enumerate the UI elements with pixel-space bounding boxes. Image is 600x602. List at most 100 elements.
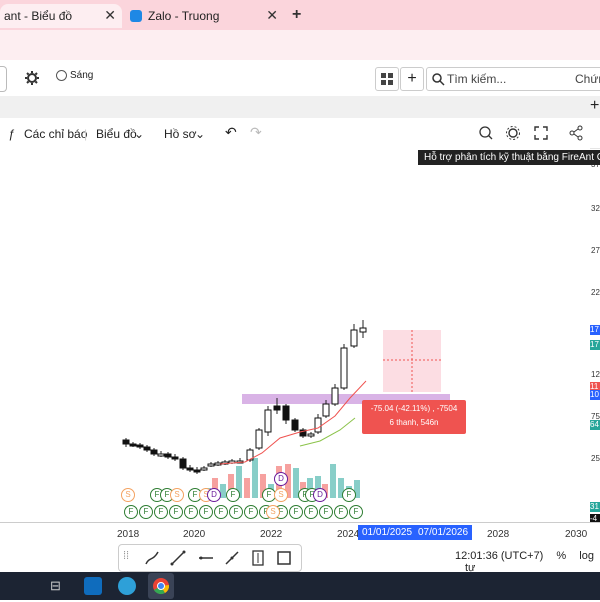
- profile-button[interactable]: Hồ sơ: [164, 127, 197, 141]
- ray-icon[interactable]: [223, 549, 241, 567]
- volume-bar: [244, 478, 250, 498]
- percent-toggle[interactable]: %: [556, 550, 566, 562]
- search-input[interactable]: Tìm kiếm... Chứng: [426, 67, 600, 91]
- event-marker[interactable]: F: [342, 488, 356, 502]
- price-chart[interactable]: -75.04 (-42.11%) , -7504 6 thanh, 546n S…: [0, 148, 600, 524]
- redo-icon[interactable]: ↷: [250, 124, 262, 141]
- event-marker[interactable]: F: [349, 505, 363, 519]
- layout-grid-button[interactable]: [375, 67, 399, 91]
- alert-search-icon[interactable]: [478, 125, 494, 141]
- chevron-down-icon: ⌄: [195, 127, 206, 141]
- event-marker[interactable]: F: [154, 505, 168, 519]
- event-marker[interactable]: F: [304, 505, 318, 519]
- tab-fireant-chart[interactable]: ant - Biểu đồ ✕: [0, 4, 122, 28]
- theme-toggle[interactable]: Sáng: [56, 70, 93, 81]
- candle[interactable]: [350, 329, 358, 347]
- share-icon[interactable]: [568, 125, 584, 141]
- event-marker[interactable]: S: [274, 488, 288, 502]
- candle[interactable]: [359, 327, 367, 333]
- measure-label: -75.04 (-42.11%) , -7504 6 thanh, 546n: [362, 400, 466, 434]
- candle[interactable]: [129, 443, 137, 447]
- event-marker[interactable]: S: [266, 505, 280, 519]
- candle[interactable]: [136, 444, 144, 448]
- price-label-box: 31: [590, 502, 600, 512]
- drag-handle-icon[interactable]: ⁞⁞: [123, 550, 129, 562]
- add-button[interactable]: +: [400, 67, 424, 91]
- event-marker[interactable]: S: [170, 488, 184, 502]
- x-tick-label: 2024: [337, 529, 360, 540]
- event-marker[interactable]: D: [274, 472, 288, 486]
- event-marker[interactable]: D: [313, 488, 327, 502]
- indicators-button[interactable]: Các chỉ báo: [24, 127, 87, 141]
- settings-icon[interactable]: [505, 125, 521, 141]
- close-icon[interactable]: ✕: [266, 7, 278, 24]
- fullscreen-icon[interactable]: [533, 125, 549, 141]
- tab-zalo[interactable]: Zalo - Truong ✕: [124, 4, 284, 28]
- candle[interactable]: [282, 405, 290, 421]
- chart-toolbar: ƒ Các chỉ báo | Biểu đồ ⌄ Hồ sơ ⌄ ↶ ↷: [0, 118, 600, 149]
- candle[interactable]: [164, 453, 172, 458]
- candle[interactable]: [179, 458, 187, 469]
- price-label-box: 64: [590, 420, 600, 430]
- event-marker[interactable]: F: [229, 505, 243, 519]
- event-marker[interactable]: F: [169, 505, 183, 519]
- candlestick-chart[interactable]: [0, 148, 590, 522]
- event-marker[interactable]: F: [244, 505, 258, 519]
- event-marker[interactable]: F: [199, 505, 213, 519]
- candle[interactable]: [200, 467, 208, 471]
- candle[interactable]: [186, 467, 194, 471]
- event-marker[interactable]: F: [139, 505, 153, 519]
- measure-icon[interactable]: [249, 549, 267, 567]
- add-panel-button[interactable]: +: [590, 97, 599, 115]
- candle[interactable]: [122, 439, 130, 445]
- stock-label: Chứng: [575, 72, 600, 86]
- candle[interactable]: [291, 419, 299, 431]
- status-bar: 12:01:36 (UTC+7) % log tự: [455, 550, 600, 574]
- candle[interactable]: [193, 469, 201, 473]
- candle[interactable]: [264, 409, 272, 433]
- close-icon[interactable]: ✕: [104, 7, 116, 24]
- chart-type-button[interactable]: Biểu đồ: [96, 127, 137, 141]
- new-tab-button[interactable]: +: [292, 6, 301, 24]
- address-bar-area: [0, 30, 600, 60]
- candle[interactable]: [157, 453, 165, 457]
- event-marker[interactable]: S: [121, 488, 135, 502]
- event-marker[interactable]: F: [334, 505, 348, 519]
- chrome-task[interactable]: [148, 573, 174, 599]
- time-axis[interactable]: 2018 2020 2022 2024 01/01/2025 07/01/202…: [0, 522, 600, 545]
- event-marker[interactable]: F: [226, 488, 240, 502]
- candle[interactable]: [322, 403, 330, 417]
- candle[interactable]: [143, 446, 151, 451]
- event-marker[interactable]: F: [289, 505, 303, 519]
- candle[interactable]: [273, 405, 281, 411]
- rectangle-icon[interactable]: [275, 549, 293, 567]
- event-marker[interactable]: F: [124, 505, 138, 519]
- outlook-icon[interactable]: [84, 577, 102, 595]
- menu-edge[interactable]: [0, 66, 7, 92]
- horizontal-line-icon[interactable]: [197, 549, 215, 567]
- undo-icon[interactable]: ↶: [225, 124, 237, 141]
- price-tick-label: 22: [591, 288, 600, 297]
- event-marker[interactable]: F: [214, 505, 228, 519]
- brush-icon[interactable]: [143, 549, 161, 567]
- candle[interactable]: [331, 387, 339, 405]
- gear-icon[interactable]: [24, 70, 40, 86]
- candle[interactable]: [255, 429, 263, 449]
- trend-line-icon[interactable]: [169, 549, 187, 567]
- task-view-icon[interactable]: ⊟: [50, 578, 61, 594]
- log-toggle[interactable]: log: [579, 550, 594, 562]
- edge-icon[interactable]: [118, 577, 136, 595]
- candle[interactable]: [307, 433, 315, 437]
- measure-bars: 6 thanh, 546n: [389, 418, 439, 427]
- event-marker[interactable]: D: [207, 488, 221, 502]
- divider: |: [84, 127, 88, 141]
- function-icon[interactable]: ƒ: [8, 127, 15, 141]
- theme-label: Sáng: [70, 70, 94, 81]
- candle[interactable]: [150, 449, 158, 455]
- event-marker[interactable]: F: [184, 505, 198, 519]
- event-marker[interactable]: F: [319, 505, 333, 519]
- candle[interactable]: [171, 456, 179, 460]
- candle[interactable]: [340, 347, 348, 389]
- candle[interactable]: [314, 417, 322, 433]
- candle[interactable]: [207, 463, 215, 467]
